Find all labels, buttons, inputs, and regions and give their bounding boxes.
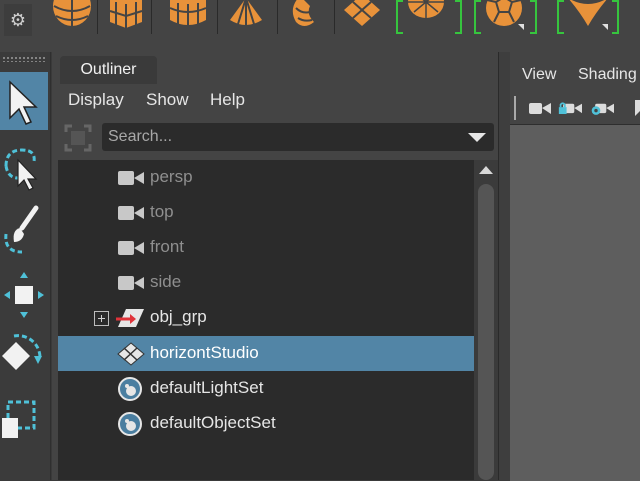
list-item-label: persp [150, 167, 193, 186]
scale-icon [2, 400, 36, 438]
menu-view[interactable]: View [522, 66, 556, 84]
list-item-label: top [150, 202, 174, 221]
shelf-separator [97, 0, 98, 34]
outliner-menubar: Display Show Help [52, 84, 498, 118]
shelf: ⚙ [0, 0, 640, 52]
list-item[interactable]: front [58, 230, 474, 265]
menu-shading[interactable]: Shading [578, 66, 637, 84]
move-icon [4, 272, 44, 318]
viewport-panel: View Shading [510, 52, 640, 481]
menu-help[interactable]: Help [210, 90, 245, 110]
list-item-label: defaultObjectSet [150, 413, 276, 432]
menu-display[interactable]: Display [68, 90, 124, 110]
gear-icon[interactable]: ⚙ [4, 4, 32, 36]
list-item-label: obj_grp [150, 307, 207, 326]
list-item[interactable]: persp [58, 160, 474, 195]
list-item-label: horizontStudio [150, 343, 259, 362]
scale-tool[interactable] [0, 392, 48, 450]
list-item[interactable]: horizontStudio [58, 336, 474, 371]
outliner-scrollbar[interactable] [474, 160, 498, 480]
viewport-toolbar [510, 92, 640, 124]
list-item[interactable]: side [58, 265, 474, 300]
shelf-group-bracket [612, 0, 619, 34]
bookmark-icon[interactable] [628, 98, 640, 118]
shelf-separator [217, 0, 218, 34]
plane-icon[interactable] [340, 0, 384, 34]
mesh-icon [117, 342, 145, 366]
toolbox [0, 52, 51, 480]
paint-brush-icon [4, 205, 39, 254]
camera-lock-icon[interactable] [558, 98, 582, 118]
shelf-group-bracket [530, 0, 537, 34]
camera-settings-icon[interactable] [590, 98, 614, 118]
outliner-panel: Outliner Display Show Help persp top [52, 52, 498, 480]
camera-icon [118, 241, 144, 255]
cylinder-icon[interactable] [166, 0, 210, 34]
viewport-canvas[interactable] [510, 124, 640, 481]
rotate-icon [2, 334, 42, 370]
set-icon [118, 377, 142, 401]
sphere-icon[interactable] [50, 0, 94, 34]
toolbox-grip[interactable] [2, 56, 46, 62]
list-item-label: side [150, 272, 182, 291]
superellipse-icon[interactable] [566, 0, 610, 34]
scroll-up-arrow-icon[interactable] [479, 166, 493, 174]
lasso-tool[interactable] [0, 136, 48, 194]
menu-show[interactable]: Show [146, 90, 189, 110]
camera-icon [118, 206, 144, 220]
group-icon [116, 309, 144, 327]
list-item[interactable]: defaultLightSet [58, 371, 474, 406]
disc-icon[interactable] [404, 0, 448, 34]
list-item-label: front [150, 237, 185, 256]
camera-icon[interactable] [528, 98, 552, 118]
arrow-cursor-icon [9, 80, 38, 125]
shelf-separator [151, 0, 152, 34]
shelf-group-bracket [396, 0, 403, 34]
soccer-ball-icon[interactable] [482, 0, 526, 34]
toolbar-grip [514, 96, 516, 120]
lasso-icon [4, 148, 38, 191]
paint-select-tool[interactable] [0, 200, 48, 258]
move-tool[interactable] [0, 264, 48, 322]
cone-icon[interactable] [224, 0, 268, 34]
set-icon [118, 412, 142, 436]
search-box [102, 123, 494, 151]
outliner-list: persp top front side obj_grp horizontStu… [58, 160, 474, 480]
camera-icon [118, 171, 144, 185]
shelf-separator [334, 0, 335, 34]
shelf-group-bracket [557, 0, 564, 34]
search-input[interactable] [106, 123, 470, 151]
expand-toggle-icon[interactable] [94, 311, 109, 326]
list-item-label: defaultLightSet [150, 378, 264, 397]
select-tool[interactable] [0, 72, 48, 130]
list-item[interactable]: defaultObjectSet [58, 406, 474, 441]
filter-frame-icon[interactable] [64, 124, 92, 152]
camera-icon [118, 276, 144, 290]
search-dropdown-arrow-icon[interactable] [468, 133, 486, 142]
scroll-thumb[interactable] [478, 184, 494, 480]
list-item[interactable]: top [58, 195, 474, 230]
tab-outliner[interactable]: Outliner [60, 56, 157, 84]
cube-icon[interactable] [104, 0, 148, 34]
shelf-separator [277, 0, 278, 34]
list-item[interactable]: obj_grp [58, 300, 474, 335]
rotate-tool[interactable] [0, 328, 48, 386]
torus-icon[interactable] [284, 0, 328, 34]
shelf-group-bracket [474, 0, 481, 34]
shelf-group-bracket [455, 0, 462, 34]
